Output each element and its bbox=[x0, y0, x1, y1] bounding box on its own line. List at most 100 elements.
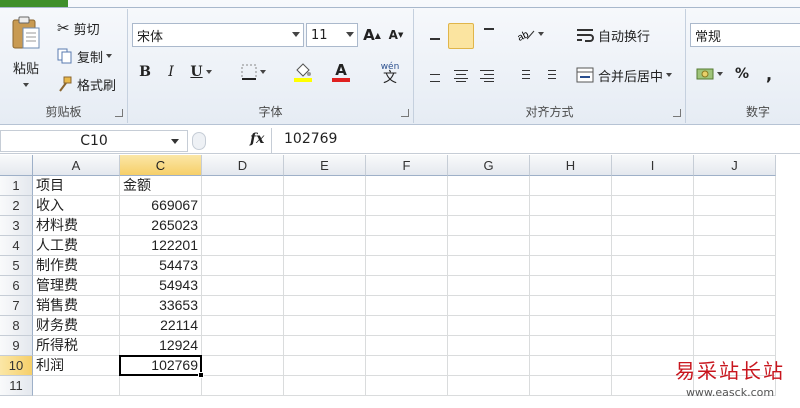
borders-button[interactable] bbox=[236, 61, 270, 83]
cell-e5[interactable] bbox=[284, 256, 366, 276]
cell-h5[interactable] bbox=[530, 256, 612, 276]
copy-button[interactable]: 复制 bbox=[54, 45, 115, 67]
row-header-2[interactable]: 2 bbox=[0, 196, 33, 216]
merge-center-button[interactable]: 合并后居中 bbox=[572, 63, 676, 87]
comma-style-button[interactable]: , bbox=[760, 63, 778, 85]
row-header-10[interactable]: 10 bbox=[0, 356, 33, 376]
cell-d9[interactable] bbox=[202, 336, 284, 356]
cell-f7[interactable] bbox=[366, 296, 448, 316]
column-header-e[interactable]: E bbox=[284, 155, 366, 176]
cell-g10[interactable] bbox=[448, 356, 530, 376]
column-header-j[interactable]: J bbox=[694, 155, 776, 176]
format-painter-button[interactable]: 格式刷 bbox=[54, 73, 119, 95]
name-box-arrow[interactable] bbox=[171, 139, 179, 144]
cell-g1[interactable] bbox=[448, 176, 530, 196]
grow-font-button[interactable]: A ▲ bbox=[362, 23, 382, 47]
font-size-dropdown[interactable]: 11 bbox=[306, 23, 358, 47]
cell-j4[interactable] bbox=[694, 236, 776, 256]
cell-c6[interactable]: 54943 bbox=[120, 276, 202, 296]
cell-j3[interactable] bbox=[694, 216, 776, 236]
cell-a7[interactable]: 销售费 bbox=[33, 296, 120, 316]
row-header-5[interactable]: 5 bbox=[0, 256, 33, 276]
cell-f4[interactable] bbox=[366, 236, 448, 256]
cell-a10[interactable]: 利润 bbox=[33, 356, 120, 376]
cell-c4[interactable]: 122201 bbox=[120, 236, 202, 256]
cell-c7[interactable]: 33653 bbox=[120, 296, 202, 316]
row-header-3[interactable]: 3 bbox=[0, 216, 33, 236]
cell-f10[interactable] bbox=[366, 356, 448, 376]
cell-h1[interactable] bbox=[530, 176, 612, 196]
cell-i6[interactable] bbox=[612, 276, 694, 296]
bold-button[interactable]: B bbox=[134, 61, 156, 83]
cell-g5[interactable] bbox=[448, 256, 530, 276]
cell-g8[interactable] bbox=[448, 316, 530, 336]
align-bottom-button[interactable] bbox=[478, 23, 500, 45]
cell-a6[interactable]: 管理费 bbox=[33, 276, 120, 296]
cell-g3[interactable] bbox=[448, 216, 530, 236]
cell-g9[interactable] bbox=[448, 336, 530, 356]
cell-f1[interactable] bbox=[366, 176, 448, 196]
cell-d1[interactable] bbox=[202, 176, 284, 196]
shrink-font-button[interactable]: A ▼ bbox=[386, 23, 406, 47]
cell-j6[interactable] bbox=[694, 276, 776, 296]
column-header-c[interactable]: C bbox=[120, 155, 202, 176]
wrap-text-button[interactable]: 自动换行 bbox=[572, 23, 654, 47]
cell-f2[interactable] bbox=[366, 196, 448, 216]
cell-h9[interactable] bbox=[530, 336, 612, 356]
column-header-i[interactable]: I bbox=[612, 155, 694, 176]
cell-c1[interactable]: 金额 bbox=[120, 176, 202, 196]
cell-g7[interactable] bbox=[448, 296, 530, 316]
cell-e10[interactable] bbox=[284, 356, 366, 376]
clipboard-dialog-launcher[interactable] bbox=[115, 109, 123, 117]
font-name-dropdown[interactable]: 宋体 bbox=[132, 23, 304, 47]
cell-j7[interactable] bbox=[694, 296, 776, 316]
formula-bar-splitter[interactable] bbox=[192, 132, 206, 150]
cell-d5[interactable] bbox=[202, 256, 284, 276]
column-header-f[interactable]: F bbox=[366, 155, 448, 176]
select-all-corner[interactable] bbox=[0, 155, 33, 176]
cell-i2[interactable] bbox=[612, 196, 694, 216]
cell-a9[interactable]: 所得税 bbox=[33, 336, 120, 356]
cell-c5[interactable]: 54473 bbox=[120, 256, 202, 276]
cell-f6[interactable] bbox=[366, 276, 448, 296]
cell-e7[interactable] bbox=[284, 296, 366, 316]
cell-i9[interactable] bbox=[612, 336, 694, 356]
cell-j2[interactable] bbox=[694, 196, 776, 216]
cell-i5[interactable] bbox=[612, 256, 694, 276]
column-header-d[interactable]: D bbox=[202, 155, 284, 176]
cell-d6[interactable] bbox=[202, 276, 284, 296]
cell-d3[interactable] bbox=[202, 216, 284, 236]
cell-j8[interactable] bbox=[694, 316, 776, 336]
font-color-button[interactable]: A bbox=[324, 59, 358, 85]
row-header-9[interactable]: 9 bbox=[0, 336, 33, 356]
copy-dropdown-arrow[interactable] bbox=[106, 54, 113, 58]
cell-h8[interactable] bbox=[530, 316, 612, 336]
cell-g2[interactable] bbox=[448, 196, 530, 216]
cell-f3[interactable] bbox=[366, 216, 448, 236]
cell-i3[interactable] bbox=[612, 216, 694, 236]
cell-j5[interactable] bbox=[694, 256, 776, 276]
cell-h10[interactable] bbox=[530, 356, 612, 376]
row-header-8[interactable]: 8 bbox=[0, 316, 33, 336]
cell-a4[interactable]: 人工费 bbox=[33, 236, 120, 256]
cell-e6[interactable] bbox=[284, 276, 366, 296]
cell-c3[interactable]: 265023 bbox=[120, 216, 202, 236]
align-center-button[interactable] bbox=[450, 65, 472, 87]
cell-a5[interactable]: 制作费 bbox=[33, 256, 120, 276]
decrease-indent-button[interactable] bbox=[512, 65, 534, 87]
cell-g6[interactable] bbox=[448, 276, 530, 296]
row-header-4[interactable]: 4 bbox=[0, 236, 33, 256]
cell-a11[interactable] bbox=[33, 376, 120, 396]
cell-g11[interactable] bbox=[448, 376, 530, 396]
cell-c10[interactable]: 102769 bbox=[120, 356, 202, 376]
align-middle-button[interactable] bbox=[448, 23, 474, 49]
cell-a1[interactable]: 项目 bbox=[33, 176, 120, 196]
cell-a2[interactable]: 收入 bbox=[33, 196, 120, 216]
cell-i7[interactable] bbox=[612, 296, 694, 316]
cell-e2[interactable] bbox=[284, 196, 366, 216]
cell-f5[interactable] bbox=[366, 256, 448, 276]
name-box[interactable]: C10 bbox=[0, 130, 188, 152]
row-header-7[interactable]: 7 bbox=[0, 296, 33, 316]
align-right-button[interactable] bbox=[476, 65, 498, 87]
cell-d2[interactable] bbox=[202, 196, 284, 216]
